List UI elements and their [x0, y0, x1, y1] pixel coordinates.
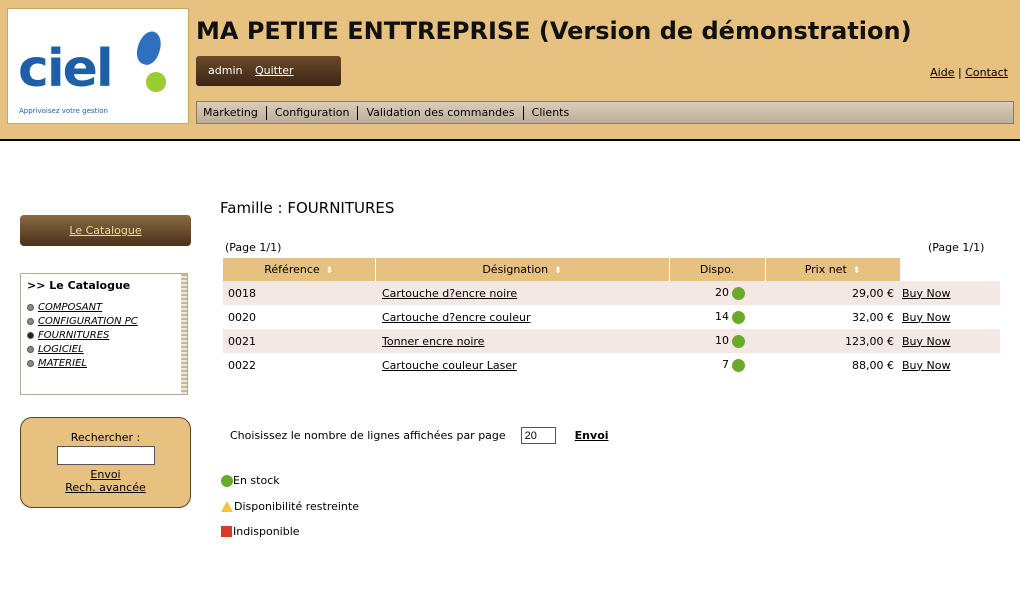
tree-item-label[interactable]: COMPOSANT: [38, 302, 102, 313]
tree-item-logiciel[interactable]: LOGICIEL: [27, 342, 179, 356]
catalogue-button[interactable]: Le Catalogue: [20, 215, 191, 246]
table-row: 0018 Cartouche d?encre noire 20 29,00 € …: [223, 281, 1000, 305]
rows-per-page-submit[interactable]: Envoi: [575, 429, 609, 442]
column-header-action: [900, 258, 1001, 281]
rows-per-page-input[interactable]: [520, 427, 556, 444]
tree-item-label[interactable]: FOURNITURES: [38, 330, 109, 341]
cell-reference: 0021: [223, 329, 375, 353]
cell-reference: 0020: [228, 310, 256, 324]
bullet-icon: [27, 317, 34, 325]
catalogue-button-label[interactable]: Le Catalogue: [69, 224, 141, 237]
logo-dot-icon: [146, 72, 166, 92]
cell-price: 88,00 €: [852, 358, 894, 372]
cell-price: 123,00 €: [765, 329, 900, 353]
contact-link[interactable]: Contact: [965, 66, 1008, 79]
user-panel: admin Quitter: [196, 56, 341, 86]
product-link[interactable]: Cartouche couleur Laser: [382, 359, 517, 372]
column-header-designation[interactable]: Désignation ⬍: [375, 258, 670, 281]
table-row: 0020 Cartouche d?encre couleur 14 32,00 …: [223, 305, 1000, 329]
app-header: ciel Apprivoisez votre gestion MA PETITE…: [0, 0, 1020, 141]
legend-label: Disponibilité restreinte: [234, 500, 359, 513]
tree-item-composant[interactable]: COMPOSANT: [27, 300, 179, 314]
search-panel: Rechercher : Envoi Rech. avancée: [20, 417, 191, 508]
cell-dispo: 7: [669, 353, 765, 377]
in-stock-icon: [221, 474, 233, 487]
column-header-dispo: Dispo.: [669, 258, 766, 281]
logout-link[interactable]: Quitter: [255, 64, 294, 77]
product-link[interactable]: Tonner encre noire: [382, 335, 484, 348]
menu-item-configuration[interactable]: Configuration: [275, 106, 350, 119]
legend-in-stock: En stock: [221, 474, 280, 487]
tree-item-label[interactable]: MATERIEL: [38, 358, 87, 369]
bullet-active-icon: [27, 331, 34, 339]
bullet-icon: [27, 345, 34, 353]
table-row: 0022 Cartouche couleur Laser 7 88,00 € B…: [223, 353, 1000, 377]
table-row: 0021 Tonner encre noire 10 123,00 € Buy …: [223, 329, 1000, 353]
cell-dispo: 10: [669, 329, 765, 353]
tree-item-materiel[interactable]: MATERIEL: [27, 356, 179, 370]
logo-wordmark: ciel: [18, 39, 114, 99]
username: admin: [208, 64, 243, 77]
family-title: Famille : FOURNITURES: [220, 199, 395, 217]
sort-arrows-icon[interactable]: ⬍: [554, 266, 562, 276]
legend-unavailable: Indisponible: [221, 525, 300, 538]
tree-item-configuration-pc[interactable]: CONFIGURATION PC: [27, 314, 179, 328]
cell-reference: 0018: [223, 281, 375, 305]
menu-item-marketing[interactable]: Marketing: [203, 106, 258, 119]
legend-limited: Disponibilité restreinte: [221, 500, 359, 513]
sort-arrows-icon[interactable]: ⬍: [326, 266, 334, 276]
search-label: Rechercher :: [70, 431, 141, 444]
buy-now-link[interactable]: Buy Now: [902, 335, 950, 348]
rows-per-page-control: Choisissez le nombre de lignes affichées…: [230, 427, 609, 444]
column-header-prix[interactable]: Prix net ⬍: [765, 258, 901, 281]
search-submit-link[interactable]: Envoi: [21, 468, 190, 481]
cell-price: 32,00 €: [852, 310, 894, 324]
main-menu: Marketing Configuration Validation des com…: [196, 101, 1014, 124]
buy-now-link[interactable]: Buy Now: [902, 311, 950, 324]
ciel-logo[interactable]: ciel Apprivoisez votre gestion: [7, 8, 189, 124]
menu-separator: [357, 106, 359, 120]
logo-drop-icon: [133, 28, 165, 68]
logo-tagline: Apprivoisez votre gestion: [19, 107, 108, 115]
limited-availability-icon: [221, 501, 233, 512]
unavailable-icon: [221, 526, 232, 537]
tree-item-fournitures[interactable]: FOURNITURES: [27, 328, 179, 342]
product-link[interactable]: Cartouche d?encre couleur: [382, 311, 530, 324]
advanced-search-link[interactable]: Rech. avancée: [21, 481, 190, 494]
buy-now-link[interactable]: Buy Now: [902, 359, 950, 372]
in-stock-icon: [732, 286, 745, 300]
tree-item-label[interactable]: CONFIGURATION PC: [38, 316, 138, 327]
menu-separator: [265, 106, 267, 120]
buy-now-link[interactable]: Buy Now: [902, 287, 950, 300]
menu-item-clients[interactable]: Clients: [532, 106, 570, 119]
search-input[interactable]: [56, 446, 155, 465]
category-tree: >> Le Catalogue COMPOSANT CONFIGURATION …: [20, 273, 188, 395]
column-header-reference[interactable]: Référence ⬍: [223, 258, 376, 281]
bullet-icon: [27, 359, 34, 367]
cell-reference: 0022: [228, 358, 256, 372]
cell-dispo: 20: [669, 281, 765, 305]
cell-dispo: 14: [669, 305, 765, 329]
help-link[interactable]: Aide: [930, 66, 954, 79]
bullet-icon: [27, 303, 34, 311]
help-links: Aide | Contact: [930, 66, 1008, 79]
pager-top-right: (Page 1/1): [928, 241, 985, 254]
products-table: Référence ⬍ Désignation ⬍ Dispo. Prix net ⬍…: [223, 258, 1001, 377]
menu-separator: [522, 106, 524, 120]
tree-title: >> Le Catalogue: [27, 279, 131, 292]
rows-per-page-label: Choisissez le nombre de lignes affichées…: [230, 429, 506, 442]
page-title: MA PETITE ENTTREPRISE (Version de démons…: [196, 17, 912, 45]
in-stock-icon: [732, 334, 745, 348]
pager-top-left: (Page 1/1): [225, 241, 282, 254]
tree-item-label[interactable]: LOGICIEL: [38, 344, 84, 355]
sort-arrows-icon[interactable]: ⬍: [853, 266, 861, 276]
legend-label: En stock: [233, 474, 280, 487]
product-link[interactable]: Cartouche d?encre noire: [382, 287, 517, 300]
menu-item-validation[interactable]: Validation des commandes: [366, 106, 514, 119]
legend-label: Indisponible: [233, 525, 300, 538]
cell-price: 29,00 €: [765, 281, 900, 305]
in-stock-icon: [732, 310, 745, 324]
in-stock-icon: [732, 358, 745, 372]
links-separator: |: [957, 66, 962, 79]
